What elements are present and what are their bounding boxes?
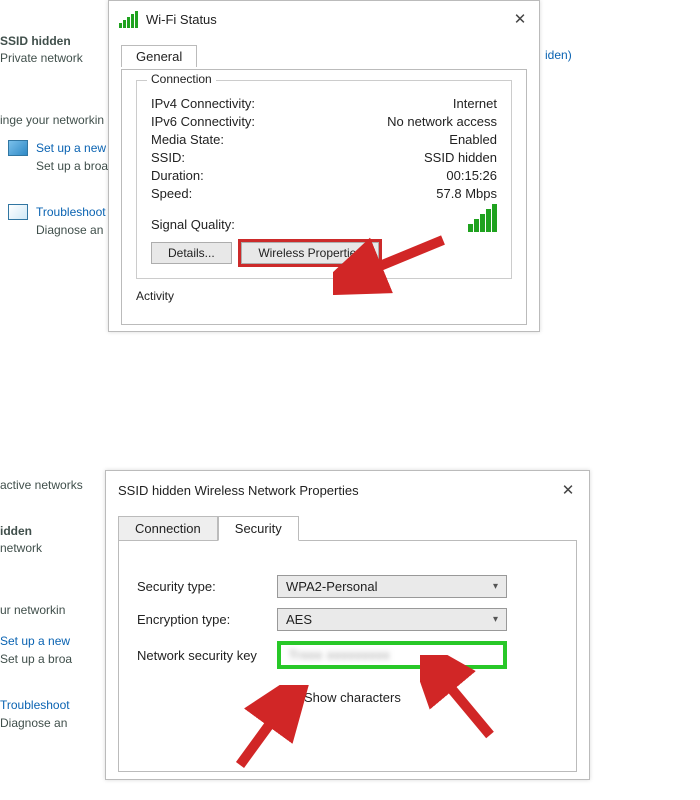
bg-active-networks: active networks [0,478,83,492]
speed-label: Speed: [151,186,192,201]
close-button-2[interactable]: ✕ [559,481,577,499]
network-key-value: Trxxx xxxxxxxxx [289,648,390,662]
encryption-type-select[interactable]: AES ▾ [277,608,507,631]
network-key-label: Network security key [137,648,277,663]
ipv4-value: Internet [453,96,497,111]
dialog2-title: SSID hidden Wireless Network Properties [118,483,559,498]
bg-network: network [0,541,42,555]
ssid-label: SSID: [151,150,185,165]
connection-group: Connection IPv4 Connectivity:Internet IP… [136,80,512,279]
bg-diagnose-2: Diagnose an [0,716,67,730]
bg-ssid-hidden: SSID hidden [0,34,71,48]
tab-connection[interactable]: Connection [118,516,218,541]
setup-broadband-text: Set up a broa [36,159,108,173]
ssid-value: SSID hidden [424,150,497,165]
tab-security[interactable]: Security [218,516,299,541]
details-button[interactable]: Details... [151,242,232,264]
tab-general[interactable]: General [121,45,197,67]
close-button[interactable]: ✕ [511,10,529,28]
ipv6-value: No network access [387,114,497,129]
dialog-titlebar: Wi-Fi Status ✕ [109,1,539,37]
media-value: Enabled [449,132,497,147]
dialog2-titlebar: SSID hidden Wireless Network Properties … [106,471,589,509]
speed-value: 57.8 Mbps [436,186,497,201]
security-type-label: Security type: [137,579,277,594]
network-key-input[interactable]: Trxxx xxxxxxxxx [277,641,507,669]
encryption-type-value: AES [286,612,312,627]
chevron-down-icon: ▾ [493,581,498,592]
bg-idden: idden [0,524,32,538]
wireless-properties-button[interactable]: Wireless Properties [241,242,379,264]
bg-right-iden: iden) [545,48,572,62]
duration-label: Duration: [151,168,204,183]
ipv4-label: IPv4 Connectivity: [151,96,255,111]
connection-legend: Connection [147,72,216,86]
signal-bars-icon [468,204,497,232]
wifi-icon [119,11,138,28]
wireless-properties-dialog: SSID hidden Wireless Network Properties … [105,470,590,780]
bg-setup-text-2: Set up a broa [0,652,72,666]
show-characters-checkbox[interactable]: Show characters [277,687,401,707]
activity-label: Activity [136,289,512,303]
bg-troubleshoot-link-2[interactable]: Troubleshoot [0,698,70,712]
wifi-status-dialog: Wi-Fi Status ✕ General Connection IPv4 C… [108,0,540,332]
duration-value: 00:15:26 [446,168,497,183]
show-characters-input[interactable] [281,690,295,704]
bg-private-network: Private network [0,51,83,65]
dialog-title: Wi-Fi Status [146,12,511,27]
bg-change-networking: inge your networkin [0,113,104,127]
signal-label: Signal Quality: [151,217,235,232]
bg-setup-link-2[interactable]: Set up a new [0,634,70,648]
troubleshoot-icon [8,204,28,220]
media-label: Media State: [151,132,224,147]
chevron-down-icon-2: ▾ [493,614,498,625]
diagnose-text: Diagnose an [36,223,103,237]
troubleshoot-link[interactable]: Troubleshoot [36,205,106,219]
bg-ur-networkin: ur networkin [0,603,65,617]
security-type-select[interactable]: WPA2-Personal ▾ [277,575,507,598]
show-characters-label: Show characters [304,690,401,705]
network-setup-icon [8,140,28,156]
setup-new-link[interactable]: Set up a new [36,141,106,155]
encryption-type-label: Encryption type: [137,612,277,627]
ipv6-label: IPv6 Connectivity: [151,114,255,129]
security-type-value: WPA2-Personal [286,579,378,594]
